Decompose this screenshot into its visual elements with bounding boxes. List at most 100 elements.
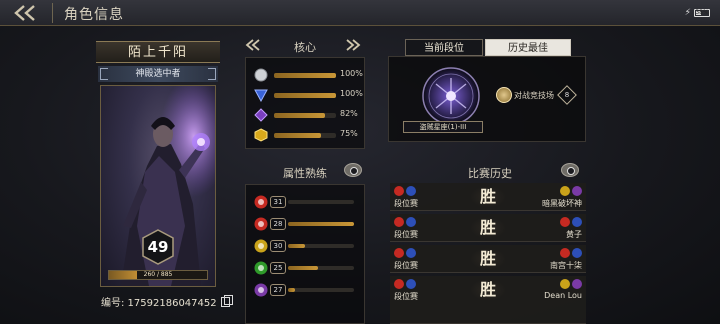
fire-element-icon [254,217,268,231]
match-result: 胜 [470,248,506,270]
water-element-icon [406,217,416,227]
match-mode: 段位赛 [394,199,418,208]
match-mode: 段位赛 [394,261,418,270]
player-title: 神殿选中者 [135,69,181,79]
shadow-element-icon [572,279,582,289]
shadow-element-icon [254,283,268,297]
core-bar-fill [274,73,336,78]
rank-name: 盗贼星座(1)-III [403,121,483,133]
attribute-row: 27 [254,283,354,297]
match-row[interactable]: 段位赛 胜 南宫十柒 [390,245,586,273]
match-mode: 段位赛 [394,230,418,239]
battery-level: 38% [695,9,709,16]
core-row: 82% [254,108,362,122]
attribute-level: 27 [270,284,286,296]
nature-element-icon [254,261,268,275]
gold-hexagon-icon [254,128,268,142]
fire-element-icon [560,248,570,258]
top-bar: 角色信息 ⚡ 38% [0,0,720,26]
fire-element-icon [394,186,404,196]
attribute-bar-fill [288,288,295,292]
right-bracket-decoration [208,68,216,80]
water-element-icon [406,186,416,196]
opponent-name: 暗黑破坏神 [542,199,582,208]
light-element-icon [254,239,268,253]
fire-element-icon [254,195,268,209]
attribute-row: 30 [254,239,354,253]
page-title: 角色信息 [64,7,124,23]
match-row[interactable]: 段位赛 胜 Dean Lou [390,276,586,324]
core-row: 100% [254,68,363,82]
title-divider [52,3,53,23]
copy-icon[interactable] [220,294,233,307]
attribute-level: 30 [270,240,286,252]
history-title: 比赛历史 [468,167,512,180]
water-element-icon [406,279,416,289]
water-element-icon [406,248,416,258]
blue-triangle-icon [254,89,268,102]
attribute-bar-fill [288,222,354,226]
fire-element-icon [394,217,404,227]
arena-label: 对战竞技场 [514,91,554,100]
arena-level: 8 [564,91,570,99]
core-bar-fill [274,113,325,118]
player-name: 陌上千阳 [96,41,220,63]
battery-indicator: ⚡ 38% [685,8,710,18]
silver-orb-icon [254,68,268,82]
back-arrow-icon [14,5,35,21]
match-result: 胜 [470,279,506,301]
core-panel: 100% 100% 82% 75% [245,57,365,149]
purple-diamond-icon [254,108,268,122]
core-row: 75% [254,128,362,142]
attribute-level: 31 [270,196,286,208]
attributes-panel: 31 28 30 25 27 [245,184,365,324]
exp-text: 260 / 885 [143,271,173,278]
core-percent: 75% [340,129,358,138]
match-mode: 段位赛 [394,292,418,301]
core-percent: 100% [340,89,363,98]
attribute-bar-fill [288,244,305,248]
light-element-icon [560,186,570,196]
attribute-level: 28 [270,218,286,230]
water-element-icon [572,217,582,227]
player-id-text: 编号: 17592186047452 [101,298,217,309]
battery-icon: 38% [694,9,710,17]
left-bracket-decoration [100,68,108,80]
prev-arrow-icon[interactable] [244,38,262,52]
level-badge: 49 [140,229,176,265]
attribute-row: 28 [254,217,354,231]
exp-bar: 260 / 885 [108,270,208,280]
core-bar-fill [274,133,321,138]
charging-icon: ⚡ [684,8,691,18]
attribute-level: 25 [270,262,286,274]
shadow-element-icon [572,186,582,196]
attributes-title: 属性熟练 [283,167,327,180]
match-row[interactable]: 段位赛 胜 黄子 [390,214,586,242]
tab-best-rank[interactable]: 历史最佳 [485,39,571,56]
arena-icon [496,87,512,103]
player-id: 编号: 17592186047452 [101,294,233,309]
back-button[interactable] [4,1,50,25]
attributes-eye-icon[interactable] [344,163,362,177]
tab-current-rank[interactable]: 当前段位 [405,39,483,56]
core-bar-fill [274,93,336,98]
core-row: 100% [254,88,363,102]
history-eye-icon[interactable] [561,163,579,177]
attribute-bar-fill [288,266,318,270]
rank-emblem-icon[interactable] [418,66,484,128]
attribute-row: 31 [254,195,354,209]
fire-element-icon [394,248,404,258]
light-element-icon [560,279,570,289]
opponent-name: 黄子 [566,230,582,239]
core-percent: 100% [340,69,363,78]
match-result: 胜 [470,217,506,239]
fire-element-icon [560,217,570,227]
fire-element-icon [394,279,404,289]
player-title-plate: 神殿选中者 [98,66,218,82]
core-percent: 82% [340,109,358,118]
match-row[interactable]: 段位赛 胜 暗黑破坏神 [390,183,586,211]
match-result: 胜 [470,186,506,208]
player-level: 49 [147,238,169,256]
attribute-row: 25 [254,261,354,275]
next-arrow-icon[interactable] [344,38,362,52]
